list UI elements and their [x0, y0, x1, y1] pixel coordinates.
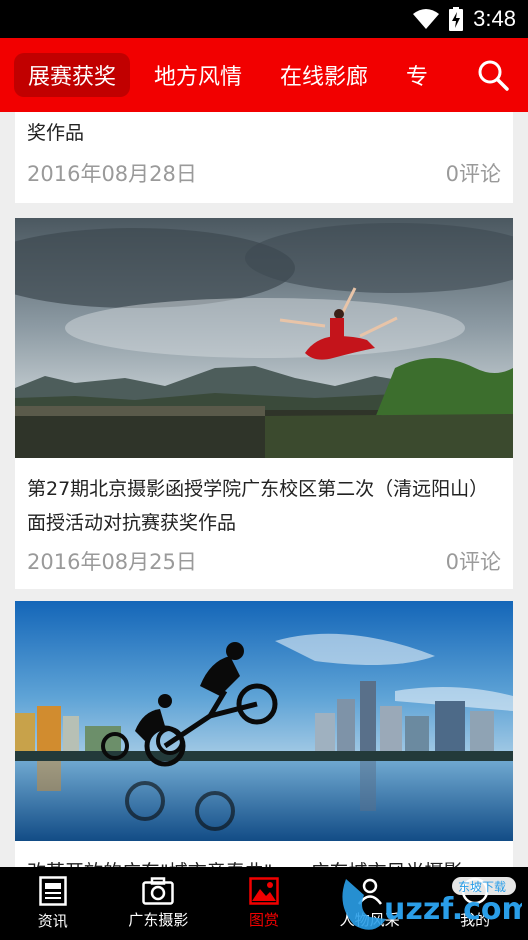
- search-icon: [478, 60, 509, 91]
- article-date: 2016年08月25日: [27, 550, 197, 574]
- picture-icon: [249, 877, 279, 905]
- article-date: 2016年08月28日: [27, 162, 197, 186]
- article-title: 奖作品: [27, 122, 85, 144]
- article-card[interactable]: 改革开放的广东"城市竞春曲"——广东城市风光摄影: [15, 601, 513, 867]
- nav-guangdong-photography-label: 广东摄影: [128, 911, 189, 929]
- nav-news[interactable]: 资讯: [0, 867, 106, 940]
- article-feed[interactable]: 奖作品 2016年08月28日 0评论 第27期北京摄影函授学院广东校区第二次（…: [0, 112, 528, 867]
- news-icon: [39, 876, 67, 906]
- nav-picture-appreciation-label: 图赏: [248, 911, 279, 929]
- nav-news-label: 资讯: [37, 912, 68, 930]
- tab-special[interactable]: 专: [392, 53, 442, 97]
- dancer-on-cliff-photo[interactable]: [15, 218, 513, 458]
- tab-online-gallery[interactable]: 在线影廊: [266, 53, 382, 97]
- watermark-text: uzzf.com: [384, 892, 522, 927]
- status-bar: 3:48: [0, 0, 528, 38]
- nav-picture-appreciation[interactable]: 图赏: [211, 867, 317, 940]
- site-watermark: uzzf.com 东坡下载: [342, 877, 522, 930]
- article-card[interactable]: 第27期北京摄影函授学院广东校区第二次（清远阳山）面授活动对抗赛获奖作品 201…: [15, 218, 513, 589]
- article-title: 第27期北京摄影函授学院广东校区第二次（清远阳山）面授活动对抗赛获奖作品: [27, 478, 489, 534]
- article-title: 改革开放的广东"城市竞春曲"——广东城市风光摄影: [15, 841, 513, 867]
- camera-icon: [142, 877, 175, 905]
- comment-count: 0评论: [445, 550, 501, 574]
- article-card[interactable]: 奖作品 2016年08月28日 0评论: [15, 112, 513, 203]
- category-tabs-bar: 展赛获奖 地方风情 在线影廊 专: [0, 38, 528, 112]
- bmx-riders-city-photo[interactable]: [15, 601, 513, 841]
- battery-charging-icon: [449, 7, 464, 31]
- nav-guangdong-photography[interactable]: 广东摄影: [106, 867, 212, 940]
- search-button[interactable]: [458, 38, 528, 112]
- tab-exhibition-awards[interactable]: 展赛获奖: [14, 53, 131, 97]
- wifi-icon: [413, 9, 440, 29]
- comment-count: 0评论: [445, 162, 501, 186]
- tab-local-customs[interactable]: 地方风情: [140, 53, 256, 97]
- watermark-badge: 东坡下载: [458, 880, 506, 894]
- clock: 3:48: [473, 6, 516, 31]
